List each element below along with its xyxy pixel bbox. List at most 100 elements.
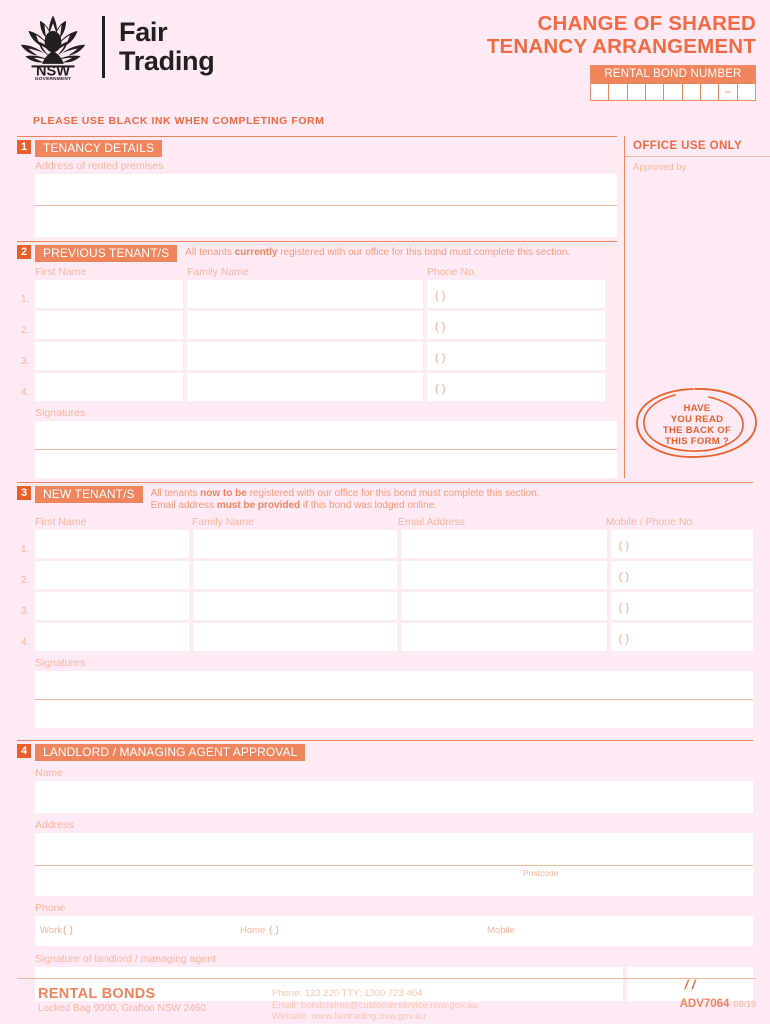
section3-signature-line-1[interactable] — [35, 671, 753, 699]
new-tenant-4-email[interactable] — [400, 623, 607, 651]
section2-column-headers: First Name Family Name Phone No. — [17, 266, 617, 280]
previous-tenant-3-first-name[interactable] — [35, 342, 183, 370]
section3-number: 3 — [17, 486, 31, 500]
bond-cell-9[interactable] — [737, 83, 755, 100]
new-tenant-4-mobile[interactable]: ( ) — [610, 623, 753, 651]
previous-tenant-1-family-name[interactable] — [187, 280, 423, 308]
section2-note-post: registered with our office for this bond… — [277, 247, 571, 258]
section1-number: 1 — [17, 140, 31, 154]
new-tenant-1-mobile[interactable]: ( ) — [610, 530, 753, 558]
section-tenancy-details: 1 TENANCY DETAILS Address of rented prem… — [0, 136, 617, 237]
rental-bond-number-label: RENTAL BOND NUMBER — [591, 66, 755, 83]
mobile-phone-label: Mobile — [487, 925, 515, 936]
address-line-2-input[interactable] — [35, 206, 617, 237]
new-tenant-3-mobile[interactable]: ( ) — [610, 592, 753, 620]
section2-header: 2 PREVIOUS TENANT/S All tenants currentl… — [17, 242, 617, 262]
work-phone-input[interactable]: ( ) — [63, 924, 73, 936]
waratah-flower-icon: NSW GOVERNMENT — [20, 15, 86, 80]
landlord-address-line-2[interactable] — [35, 866, 753, 896]
form-code-date: 08/19 — [733, 999, 756, 1009]
new-tenant-4-first-name[interactable] — [35, 623, 190, 651]
form-title-block: CHANGE OF SHARED TENANCY ARRANGEMENT REN… — [487, 12, 756, 101]
landlord-phone-fields[interactable]: Work ( ) Home ( ) Mobile — [35, 916, 753, 946]
form-page: NSW GOVERNMENT Fair Trading CHANGE OF SH… — [0, 0, 770, 1024]
row-number: 3. — [21, 606, 30, 617]
previous-tenant-3-family-name[interactable] — [187, 342, 423, 370]
col3-mobile-phone: Mobile / Phone No. — [605, 516, 696, 528]
table-row: 1. ( ) — [17, 280, 617, 308]
section2-note-bold: currently — [234, 247, 278, 258]
landlord-address-line-2-wrap: Postcode — [35, 866, 753, 896]
bond-cell-5[interactable] — [664, 83, 683, 100]
new-tenant-1-email[interactable] — [400, 530, 607, 558]
bond-cell-4[interactable] — [645, 83, 665, 100]
col-family-name: Family Name — [187, 266, 249, 278]
new-tenant-4-family-name[interactable] — [193, 623, 397, 651]
section3-note-line1: All tenants now to be registered with ou… — [151, 488, 540, 500]
table-row: 2. ( ) — [17, 561, 753, 589]
phone-parens: ( ) — [618, 571, 629, 583]
section3-signatures-field[interactable] — [35, 671, 753, 728]
section-landlord-approval: 4 LANDLORD / MANAGING AGENT APPROVAL Nam… — [0, 740, 770, 1001]
bond-cell-7[interactable] — [700, 83, 720, 100]
new-tenant-2-first-name[interactable] — [35, 561, 190, 589]
section4-number: 4 — [17, 744, 31, 758]
landlord-address-field[interactable]: Postcode — [35, 833, 753, 896]
section2-signature-line-1[interactable] — [35, 421, 617, 449]
landlord-name-input[interactable] — [35, 781, 753, 813]
section3-instruction: All tenants now to be registered with ou… — [151, 486, 540, 512]
new-tenant-1-family-name[interactable] — [193, 530, 397, 558]
new-tenant-2-family-name[interactable] — [193, 561, 397, 589]
bond-cell-8[interactable]: – — [719, 83, 738, 100]
stamp-line-1: HAVE — [683, 403, 711, 414]
new-tenant-3-family-name[interactable] — [193, 592, 397, 620]
address-line-1-input[interactable] — [35, 174, 617, 205]
new-tenant-2-email[interactable] — [400, 561, 607, 589]
previous-tenant-2-first-name[interactable] — [35, 311, 183, 339]
bond-cell-3[interactable] — [627, 83, 646, 100]
bond-cell-6[interactable] — [682, 83, 701, 100]
table-row: 4. ( ) — [17, 623, 753, 651]
footer-contact-block: Phone: 133 220 TTY: 1300 723 404 Email: … — [272, 986, 477, 1023]
rental-bond-number-cells[interactable]: – — [591, 83, 755, 100]
office-use-panel: OFFICE USE ONLY Approved by HAVE YOU REA… — [624, 136, 770, 478]
previous-tenant-1-first-name[interactable] — [35, 280, 183, 308]
landlord-address-line-1[interactable] — [35, 833, 753, 865]
section3-signature-line-2[interactable] — [35, 700, 753, 728]
previous-tenant-3-phone[interactable]: ( ) — [427, 342, 605, 370]
form-title-line1: CHANGE OF SHARED — [537, 12, 756, 35]
landlord-signature-label: Signature of landlord / managing agent — [35, 953, 216, 965]
landlord-name-field[interactable] — [35, 781, 753, 813]
s3-n1-post: registered with our office for this bond… — [246, 488, 540, 499]
section2-instruction: All tenants currently registered with ou… — [185, 245, 570, 259]
section1-title: TENANCY DETAILS — [35, 140, 163, 157]
row-number: 4. — [21, 387, 30, 398]
footer-rule — [17, 978, 756, 979]
address-of-rented-premises-label: Address of rented premises — [35, 160, 164, 172]
footer-website: Website: www.fairtrading.nsw.gov.au — [271, 1011, 426, 1022]
previous-tenant-4-family-name[interactable] — [187, 373, 423, 401]
new-tenant-3-email[interactable] — [400, 592, 607, 620]
address-of-rented-premises-field[interactable] — [35, 174, 617, 237]
row-number: 2. — [21, 575, 30, 586]
previous-tenant-4-first-name[interactable] — [35, 373, 183, 401]
previous-tenant-2-phone[interactable]: ( ) — [427, 311, 605, 339]
footer-phone: Phone: 133 220 TTY: 1300 723 404 — [271, 988, 423, 999]
previous-tenant-2-family-name[interactable] — [187, 311, 423, 339]
bond-cell-1[interactable] — [591, 83, 610, 100]
bond-cell-2[interactable] — [609, 83, 628, 100]
section2-signature-line-2[interactable] — [35, 450, 617, 478]
s3-n2-bold: must be provided — [216, 500, 301, 511]
previous-tenant-4-phone[interactable]: ( ) — [427, 373, 605, 401]
table-row: 2. ( ) — [17, 311, 617, 339]
s3-n2-post: if this bond was lodged online. — [300, 500, 437, 511]
row-number: 4. — [21, 637, 30, 648]
section2-signatures-field[interactable] — [35, 421, 617, 478]
home-phone-input[interactable]: ( ) — [269, 924, 279, 936]
new-tenant-2-mobile[interactable]: ( ) — [610, 561, 753, 589]
stamp-line-3: THE BACK OF — [662, 425, 732, 436]
new-tenant-1-first-name[interactable] — [35, 530, 190, 558]
previous-tenant-1-phone[interactable]: ( ) — [427, 280, 605, 308]
new-tenant-3-first-name[interactable] — [35, 592, 190, 620]
read-back-stamp-text: HAVE YOU READ THE BACK OF THIS FORM ? — [631, 403, 763, 447]
